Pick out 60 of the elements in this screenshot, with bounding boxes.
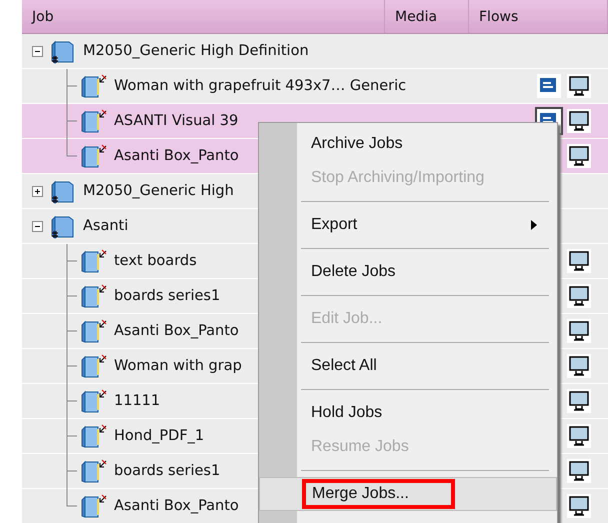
expand-icon[interactable] (32, 186, 43, 196)
job-name[interactable]: Asanti Box_Panto (114, 498, 239, 514)
monitor-icon[interactable] (567, 354, 591, 378)
column-header[interactable]: Job (22, 0, 385, 33)
tree-line (66, 314, 78, 349)
menu-item[interactable]: Delete Jobs (259, 255, 557, 289)
job-name[interactable]: boards series1 (114, 463, 220, 479)
ticket-icon[interactable] (535, 72, 563, 100)
monitor-icon[interactable] (567, 284, 591, 308)
tree-line (66, 279, 78, 314)
monitor-icon[interactable] (567, 389, 591, 413)
folder-icon (49, 38, 75, 64)
group-name[interactable]: M2050_Generic High (83, 183, 234, 199)
job-folder-icon (80, 318, 108, 344)
menu-item[interactable]: Export (259, 208, 557, 242)
job-folder-icon (80, 458, 108, 484)
monitor-icon[interactable] (567, 459, 591, 483)
job-name[interactable]: Asanti Box_Panto (114, 323, 239, 339)
monitor-icon[interactable] (567, 424, 591, 448)
job-folder-icon (80, 388, 108, 414)
menu-item[interactable]: Select All (259, 349, 557, 383)
job-name[interactable]: Woman with grap (114, 358, 242, 374)
job-folder-icon (80, 493, 108, 519)
job-name[interactable]: Hond_PDF_1 (114, 428, 204, 444)
column-header[interactable]: Flows (469, 0, 608, 33)
monitor-icon[interactable] (567, 319, 591, 343)
tree-line (66, 419, 78, 454)
tree-line (66, 384, 78, 419)
menu-label: Merge Jobs... (312, 485, 409, 502)
job-name[interactable]: boards series1 (114, 288, 220, 304)
folder-icon (49, 178, 75, 204)
monitor-icon[interactable] (567, 109, 591, 133)
menu-item[interactable]: Archive Jobs (259, 127, 557, 161)
job-name[interactable]: Asanti Box_Panto (114, 148, 239, 164)
job-folder-icon (80, 73, 108, 99)
monitor-icon[interactable] (567, 249, 591, 273)
tree-line (66, 349, 78, 384)
job-folder-icon (80, 143, 108, 169)
job-folder-icon (80, 248, 108, 274)
job-folder-icon (80, 353, 108, 379)
job-name[interactable]: 11111 (114, 393, 160, 409)
collapse-icon[interactable] (32, 46, 43, 56)
submenu-arrow-icon (531, 220, 537, 230)
job-folder-icon (80, 283, 108, 309)
group-name[interactable]: Asanti (83, 218, 128, 234)
folder-icon (49, 213, 75, 239)
monitor-icon[interactable] (567, 494, 591, 518)
group-name[interactable]: M2050_Generic High Definition (83, 43, 309, 59)
collapse-icon[interactable] (32, 220, 43, 232)
menu-item[interactable]: Hold Jobs (259, 396, 557, 430)
tree-line (66, 69, 78, 104)
job-name[interactable]: text boards (114, 253, 197, 269)
tree-line (66, 244, 78, 279)
monitor-icon[interactable] (567, 74, 591, 98)
job-folder-icon (80, 423, 108, 449)
job-name[interactable]: ASANTI Visual 39 (114, 113, 238, 129)
monitor-icon[interactable] (567, 144, 591, 168)
column-header[interactable]: Media (385, 0, 469, 33)
job-folder-icon (80, 108, 108, 134)
menu-item[interactable]: Merge Jobs... (259, 477, 557, 511)
